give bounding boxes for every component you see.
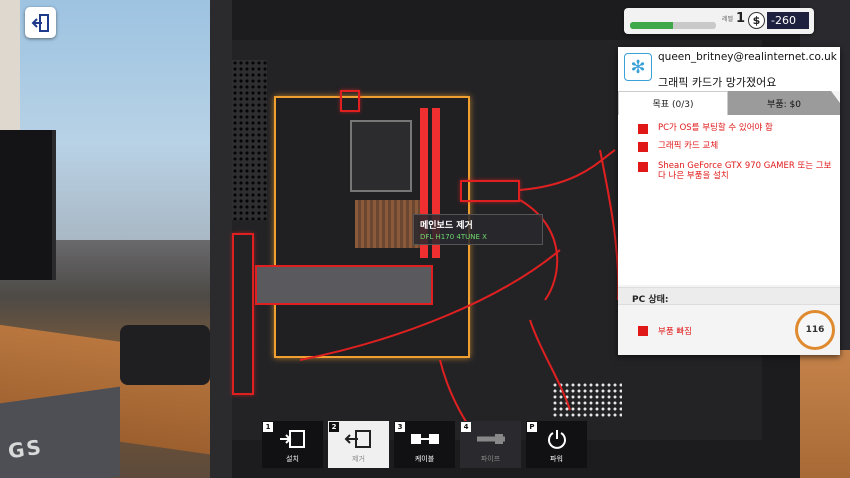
- goal-text: PC가 OS를 부팅할 수 있어야 함: [658, 123, 773, 133]
- job-header: ✻ queen_britney@realinternet.co.uk 그래픽 카…: [618, 47, 840, 91]
- goal-status-icon: [638, 162, 648, 172]
- tool-install[interactable]: 1 설치: [262, 421, 323, 468]
- tooltip-action: 메인보드 제거: [420, 221, 473, 231]
- goal-item: 그래픽 카드 교체: [638, 141, 833, 152]
- hotkey-label: 4: [461, 422, 471, 432]
- tool-label: 파워: [550, 455, 563, 463]
- money-value: -260: [767, 12, 809, 29]
- pc-status-text: 부품 빠짐: [658, 327, 692, 337]
- hotkey-label: 3: [395, 422, 405, 432]
- pc-status-item: 부품 빠짐: [638, 325, 692, 337]
- tool-remove[interactable]: 2 제거: [328, 421, 389, 468]
- level-value: 1: [736, 11, 746, 26]
- cable-icon: [408, 428, 442, 450]
- goal-list: PC가 OS를 부팅할 수 있어야 함 그래픽 카드 교체 Shean GeFo…: [618, 115, 840, 285]
- job-panel: ✻ queen_britney@realinternet.co.uk 그래픽 카…: [618, 47, 840, 355]
- hotkey-label: 2: [329, 422, 339, 432]
- goal-text: 그래픽 카드 교체: [658, 141, 719, 151]
- tool-bar: 1 설치 2 제거 3 케이블 4 파이프 P 파워: [262, 421, 587, 468]
- tool-pipe[interactable]: 4 파이프: [460, 421, 521, 468]
- xp-bar-fill: [630, 22, 673, 29]
- tab-parts[interactable]: 부품: $0: [728, 91, 840, 115]
- job-timer: 116: [795, 310, 835, 350]
- hotkey-label: P: [527, 422, 537, 432]
- goal-status-icon: [638, 124, 648, 134]
- money-icon: $: [748, 12, 765, 29]
- power-icon: [540, 428, 574, 450]
- xp-bar: [630, 22, 716, 29]
- exit-door-icon: [31, 13, 49, 32]
- pipe-icon: [474, 428, 508, 450]
- pc-status-title: PC 상태:: [618, 287, 840, 305]
- action-tooltip: 메인보드 제거 DFL H170 4TUNE X: [413, 214, 543, 245]
- goal-text: Shean GeForce GTX 970 GAMER 또는 그보다 나은 부품…: [658, 161, 832, 181]
- pc-status-icon: [638, 326, 648, 336]
- tooltip-part-name: DFL H170 4TUNE X: [420, 233, 487, 241]
- goal-status-icon: [638, 142, 648, 152]
- hotkey-label: 1: [263, 422, 273, 432]
- install-icon: [276, 428, 310, 450]
- tool-label: 케이블: [414, 455, 435, 463]
- level-label: 레벨: [722, 16, 734, 23]
- client-message: 그래픽 카드가 망가졌어요: [658, 76, 777, 89]
- remove-icon: [342, 428, 376, 450]
- exit-button[interactable]: [25, 7, 56, 38]
- tool-label: 파이프: [480, 455, 501, 463]
- tab-goals[interactable]: 목표 (0/3): [618, 91, 728, 115]
- player-status-bar: 레벨 1 $ -260: [624, 8, 814, 34]
- client-email: queen_britney@realinternet.co.uk: [658, 51, 837, 63]
- tool-label: 제거: [352, 455, 365, 463]
- tool-label: 설치: [286, 455, 299, 463]
- tool-cable[interactable]: 3 케이블: [394, 421, 455, 468]
- goal-item: PC가 OS를 부팅할 수 있어야 함: [638, 123, 833, 134]
- goal-item: Shean GeForce GTX 970 GAMER 또는 그보다 나은 부품…: [638, 161, 833, 181]
- tool-power[interactable]: P 파워: [526, 421, 587, 468]
- snowflake-icon: ✻: [624, 53, 652, 81]
